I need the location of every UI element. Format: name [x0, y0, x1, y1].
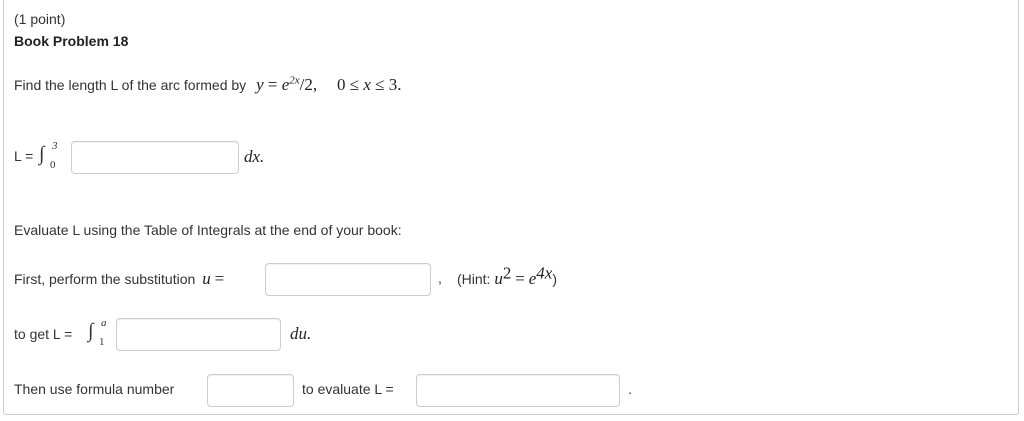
u-integral-sign: ∫ a 1 — [88, 317, 107, 348]
substitution-line: First, perform the substitution u = — [14, 270, 224, 288]
u-differential: du. — [290, 324, 312, 343]
problem-title: Book Problem 18 — [14, 33, 129, 49]
domain-upper: 3. — [388, 75, 402, 94]
hint-equals: = — [515, 269, 525, 288]
final-answer-input[interactable] — [416, 374, 620, 407]
curve-equals: = — [267, 75, 278, 94]
hint-u-exponent: 2 — [502, 263, 512, 283]
curve-rest: /2, — [299, 75, 318, 94]
substitution-equals: = — [214, 269, 225, 288]
curve-exponent: 2x — [289, 74, 300, 87]
question-prompt: Find the length L of the arc formed by — [14, 77, 247, 93]
length-integral-sign: ∫ 3 0 — [39, 140, 58, 171]
substitution-comma: , — [438, 270, 442, 286]
problem-panel: (1 point) Book Problem 18 Find the lengt… — [3, 0, 1019, 415]
u-integral-label: to get L = — [14, 326, 73, 342]
hint-u: u — [494, 269, 503, 288]
substitution-label: First, perform the substitution — [14, 271, 196, 287]
u-upper-limit: a — [101, 317, 107, 329]
length-integrand-input[interactable] — [71, 141, 239, 174]
question-line: Find the length L of the arc formed by y… — [14, 75, 402, 94]
formula-label: Then use formula number — [14, 381, 175, 397]
domain-lower: 0 — [337, 75, 346, 94]
evaluate-label: to evaluate L = — [302, 381, 394, 397]
final-period: . — [628, 381, 632, 397]
formula-number-input[interactable] — [207, 374, 294, 407]
length-differential: dx. — [244, 147, 265, 166]
substitution-hint: (Hint: u2 = e4x) — [457, 264, 557, 288]
curve-y: y — [256, 75, 264, 94]
length-label: L = — [14, 148, 34, 164]
u-integrand-input[interactable] — [116, 318, 281, 351]
evaluate-instruction: Evaluate L using the Table of Integrals … — [14, 222, 402, 238]
length-upper-limit: 3 — [52, 140, 58, 152]
hint-exponent: 4x — [536, 263, 553, 283]
hint-open: (Hint: — [457, 271, 491, 287]
hint-close: ) — [552, 271, 557, 287]
domain-var: x — [363, 75, 371, 94]
length-lower-limit: 0 — [50, 159, 56, 171]
substitution-var: u — [202, 269, 211, 288]
curve-equation: y = e2x/2, — [256, 75, 317, 94]
substitution-input[interactable] — [265, 263, 431, 296]
points-label: (1 point) — [14, 11, 66, 27]
domain-inequality: 0 ≤ x ≤ 3. — [337, 75, 401, 94]
domain-le-2: ≤ — [375, 75, 385, 94]
domain-le-1: ≤ — [349, 75, 360, 94]
u-lower-limit: 1 — [99, 336, 105, 348]
